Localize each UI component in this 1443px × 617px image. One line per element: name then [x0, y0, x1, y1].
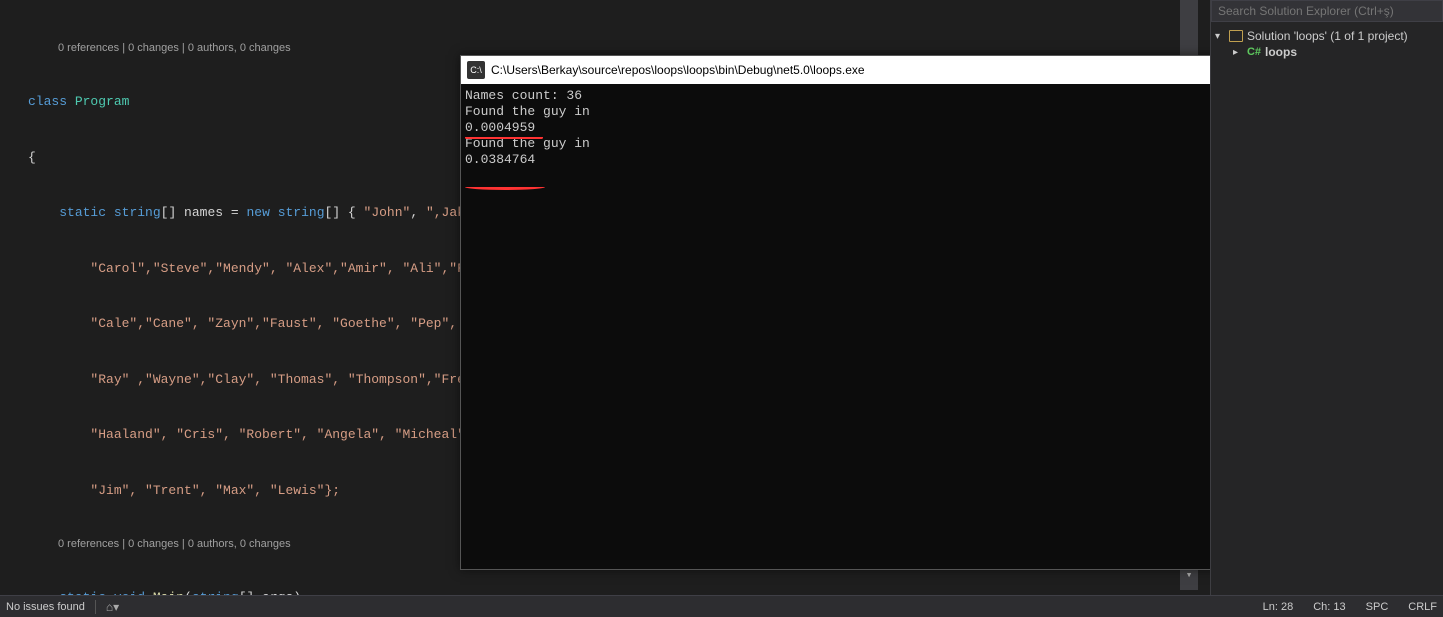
solution-explorer: ▾ Solution 'loops' (1 of 1 project) ▸ C#…: [1210, 0, 1443, 600]
line-indicator[interactable]: Ln: 28: [1263, 601, 1294, 613]
solution-icon: [1229, 29, 1243, 43]
console-line: Names count: 36: [465, 88, 582, 103]
chevron-down-icon[interactable]: ▾: [1215, 31, 1225, 42]
indent-indicator[interactable]: SPC: [1366, 601, 1389, 613]
tag-icon[interactable]: ⌂▾: [106, 600, 119, 614]
project-label: loops: [1265, 45, 1297, 59]
search-input[interactable]: [1211, 0, 1443, 22]
console-line: 0.0004959: [465, 120, 535, 135]
solution-label: Solution 'loops' (1 of 1 project): [1247, 29, 1408, 43]
annotation-underline: [465, 136, 543, 139]
scroll-down-icon[interactable]: ▾: [1180, 568, 1198, 586]
console-line: Found the guy in: [465, 104, 590, 119]
console-line: 0.0384764: [465, 152, 535, 167]
lineending-indicator[interactable]: CRLF: [1408, 601, 1437, 613]
console-title-text: C:\Users\Berkay\source\repos\loops\loops…: [491, 63, 1297, 77]
separator: [95, 600, 96, 614]
project-node[interactable]: ▸ C# loops: [1215, 44, 1439, 60]
solution-node[interactable]: ▾ Solution 'loops' (1 of 1 project): [1215, 28, 1439, 44]
issues-status[interactable]: No issues found: [6, 601, 85, 613]
chevron-right-icon[interactable]: ▸: [1233, 47, 1243, 58]
annotation-underline: [465, 184, 545, 190]
column-indicator[interactable]: Ch: 13: [1313, 601, 1345, 613]
codelens-line[interactable]: 0 references | 0 changes | 0 authors, 0 …: [0, 41, 1200, 56]
csharp-project-icon: C#: [1247, 45, 1261, 59]
status-bar: No issues found ⌂▾ Ln: 28 Ch: 13 SPC CRL…: [0, 595, 1443, 617]
console-icon: C:\: [467, 61, 485, 79]
